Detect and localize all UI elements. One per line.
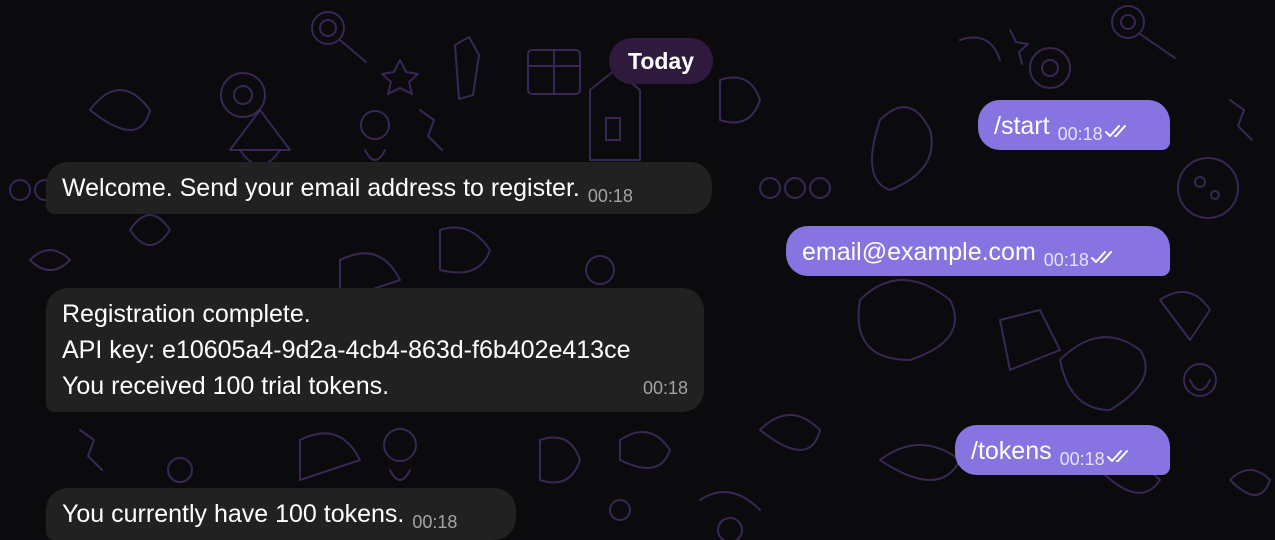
date-separator: Today [609, 38, 713, 84]
message-line: API key: e10605a4-9d2a-4cb4-863d-f6b402e… [62, 336, 631, 364]
message-time: 00:18 [587, 186, 633, 206]
message-text: /start [994, 112, 1050, 140]
outgoing-message[interactable]: /tokens 00:18 [955, 425, 1170, 475]
double-check-icon [1104, 125, 1126, 138]
message-time: 00:18 [1043, 250, 1089, 270]
message-line: Registration complete. [62, 300, 311, 328]
message-text: Welcome. Send your email address to regi… [62, 174, 580, 202]
message-time: 00:18 [1059, 449, 1105, 469]
incoming-message[interactable]: Welcome. Send your email address to regi… [46, 162, 712, 214]
message-time: 00:18 [412, 512, 458, 532]
message-time: 00:18 [1057, 124, 1103, 144]
message-text: You currently have 100 tokens. [62, 500, 405, 528]
message-line: You received 100 trial tokens. [62, 372, 390, 400]
message-time: 00:18 [642, 378, 688, 398]
double-check-icon [1090, 251, 1112, 264]
message-text: email@example.com [802, 238, 1036, 266]
outgoing-message[interactable]: email@example.com 00:18 [786, 226, 1170, 276]
incoming-message[interactable]: You currently have 100 tokens. 00:18 [46, 488, 516, 540]
message-text: /tokens [971, 437, 1052, 465]
outgoing-message[interactable]: /start 00:18 [978, 100, 1170, 150]
double-check-icon [1106, 450, 1128, 463]
incoming-message[interactable]: Registration complete. API key: e10605a4… [46, 288, 704, 412]
